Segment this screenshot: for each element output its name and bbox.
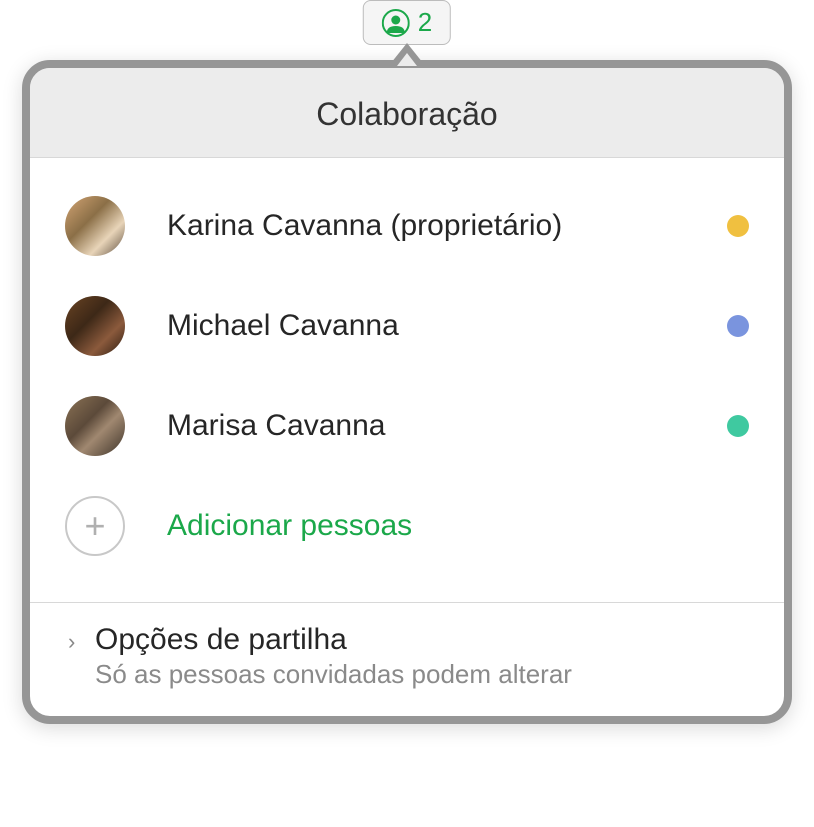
collaborator-count: 2 (418, 7, 432, 38)
popover-title: Colaboração (30, 96, 784, 133)
participant-row-owner[interactable]: Karina Cavanna (proprietário) (65, 176, 749, 276)
participant-row[interactable]: Michael Cavanna (65, 276, 749, 376)
add-people-label: Adicionar pessoas (167, 509, 412, 543)
collaboration-popover: Colaboração Karina Cavanna (proprietário… (22, 60, 792, 724)
participant-row[interactable]: Marisa Cavanna (65, 376, 749, 476)
person-silhouette-icon (382, 9, 410, 37)
participants-list: Karina Cavanna (proprietário) Michael Ca… (30, 158, 784, 602)
add-people-button[interactable]: + Adicionar pessoas (65, 476, 749, 584)
avatar (65, 196, 125, 256)
plus-circle-icon: + (65, 496, 125, 556)
avatar (65, 296, 125, 356)
plus-icon: + (84, 508, 105, 544)
collaboration-toolbar-button[interactable]: 2 (363, 0, 451, 45)
popover-header: Colaboração (30, 68, 784, 158)
avatar (65, 396, 125, 456)
popover-arrow (391, 43, 423, 63)
participant-name: Marisa Cavanna (167, 409, 727, 443)
status-dot (727, 215, 749, 237)
status-dot (727, 415, 749, 437)
participant-name: Karina Cavanna (proprietário) (167, 209, 727, 243)
participant-name: Michael Cavanna (167, 309, 727, 343)
share-options-subtitle: Só as pessoas convidadas podem alterar (95, 659, 749, 690)
status-dot (727, 315, 749, 337)
share-options-title: Opções de partilha (95, 623, 749, 657)
share-options-button[interactable]: › Opções de partilha Só as pessoas convi… (30, 602, 784, 716)
chevron-right-icon: › (68, 629, 75, 655)
